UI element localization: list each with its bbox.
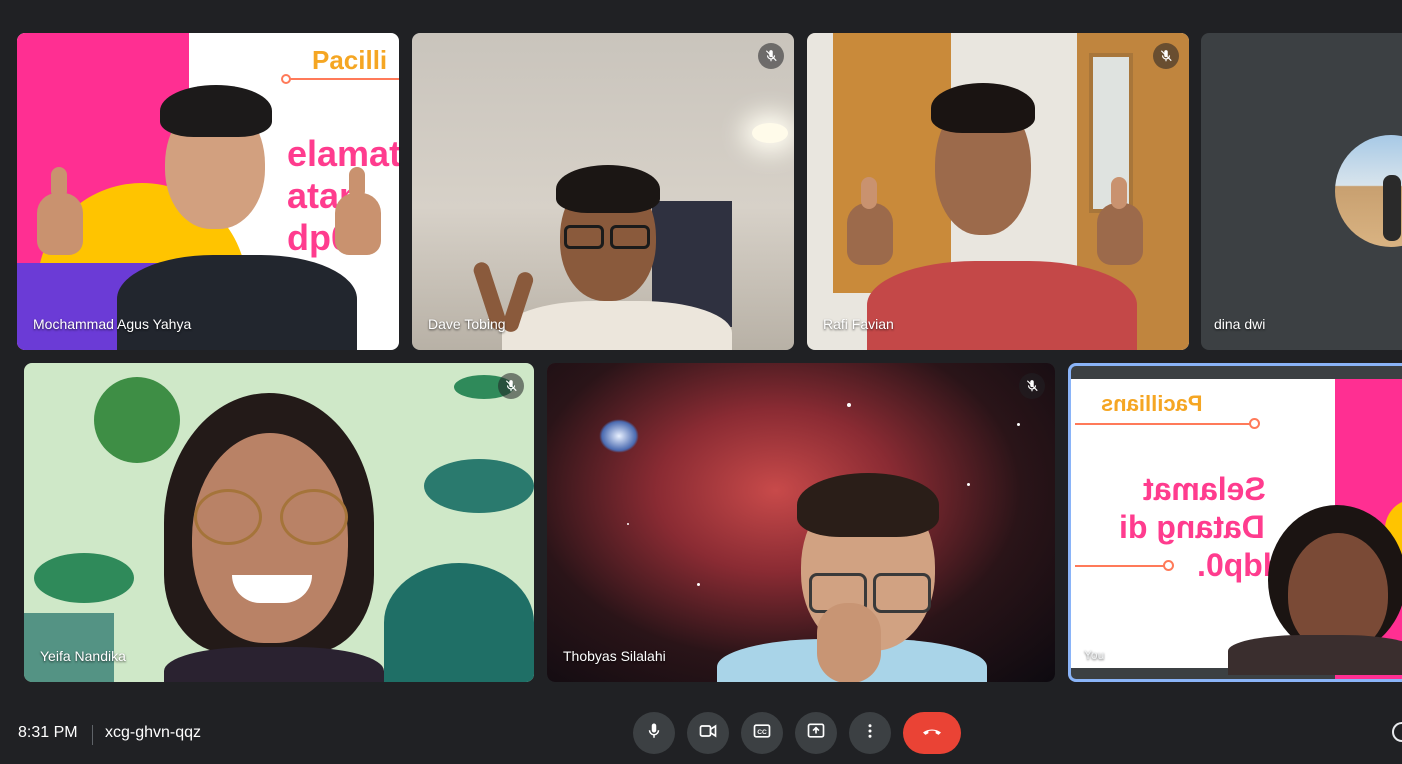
participant-name: You (1084, 648, 1105, 662)
participant-name: Rafi Favian (823, 316, 894, 332)
more-options-icon (861, 722, 879, 745)
call-controls: CC (633, 712, 961, 754)
meeting-time: 8:31 PM (18, 724, 78, 741)
end-call-button[interactable] (903, 712, 961, 754)
meet-stage: Pacilli elamat atan dp0. Mochammad Agus … (0, 0, 1402, 764)
self-video (1068, 363, 1402, 682)
muted-icon (1019, 373, 1045, 399)
muted-icon (758, 43, 784, 69)
meeting-controls-bar: 8:31 PM xcg-ghvn-qqz CC (0, 712, 1402, 764)
svg-text:CC: CC (757, 728, 767, 735)
participant-name: Yeifa Nandika (40, 648, 126, 664)
end-call-icon (920, 719, 944, 748)
info-icon[interactable] (1392, 722, 1402, 742)
avatar (1335, 135, 1402, 247)
muted-icon (498, 373, 524, 399)
participant-tile-6[interactable]: Thobyas Silalahi (547, 363, 1055, 682)
captions-button[interactable]: CC (741, 712, 783, 754)
participant-tile-2[interactable]: Dave Tobing (412, 33, 794, 350)
participant-tile-3[interactable]: Rafi Favian (807, 33, 1189, 350)
more-options-button[interactable] (849, 712, 891, 754)
participant-name: Mochammad Agus Yahya (33, 316, 192, 332)
present-screen-button[interactable] (795, 712, 837, 754)
meeting-code: xcg-ghvn-qqz (105, 724, 202, 741)
participant-video (412, 33, 794, 350)
divider (92, 725, 93, 745)
microphone-icon (645, 722, 663, 745)
participant-name: dina dwi (1214, 316, 1266, 332)
participant-name: Dave Tobing (428, 316, 506, 332)
participant-video (24, 363, 534, 682)
participant-video (17, 33, 399, 350)
camera-icon (698, 721, 718, 746)
participant-tile-self[interactable]: Pacillians Selamat Datang di ddp0. You (1068, 363, 1402, 682)
participant-video (807, 33, 1189, 350)
participant-video (547, 363, 1055, 682)
microphone-button[interactable] (633, 712, 675, 754)
participant-name: Thobyas Silalahi (563, 648, 666, 664)
participant-tile-5[interactable]: Yeifa Nandika (24, 363, 534, 682)
present-screen-icon (806, 721, 826, 746)
participant-tile-1[interactable]: Pacilli elamat atan dp0. Mochammad Agus … (17, 33, 399, 350)
participant-tile-4[interactable]: dina dwi (1201, 33, 1402, 350)
captions-icon: CC (752, 721, 772, 746)
camera-button[interactable] (687, 712, 729, 754)
muted-icon (1153, 43, 1179, 69)
